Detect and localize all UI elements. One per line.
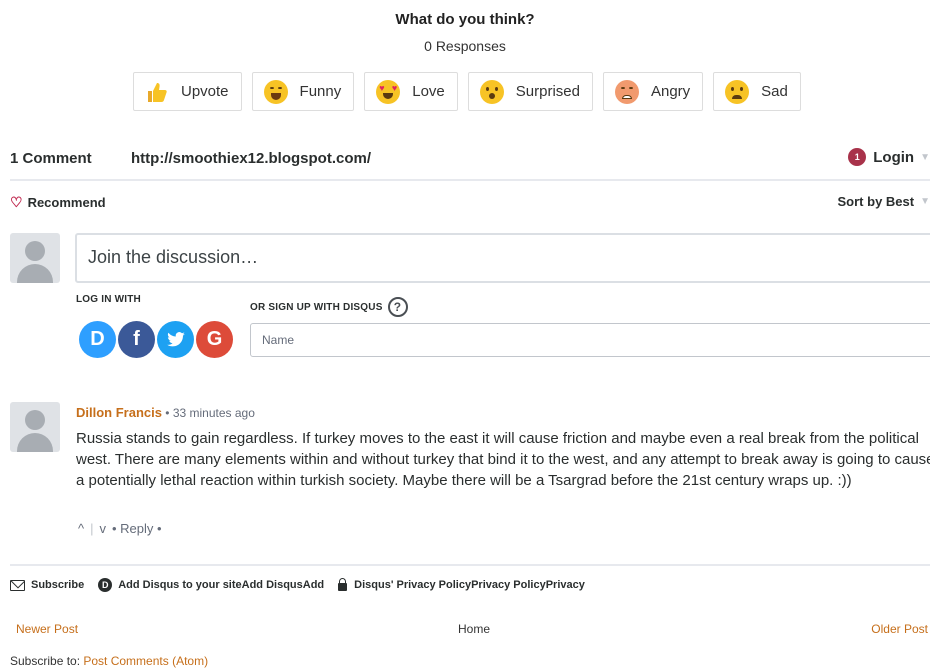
community-link[interactable]: http://smoothiex12.blogspot.com/ <box>131 150 371 167</box>
subscribe-label: Subscribe <box>31 579 85 591</box>
comment-actions: ^ | v • Reply • <box>78 521 162 536</box>
recommend-button[interactable]: ♡ Recommend <box>10 194 106 211</box>
post-comments-atom-link[interactable]: Post Comments (Atom) <box>83 654 208 668</box>
home-link[interactable]: Home <box>458 622 490 636</box>
reaction-surprised-button[interactable]: Surprised <box>467 72 593 111</box>
help-icon[interactable]: ? <box>387 297 408 317</box>
reaction-love-button[interactable]: ♥ ♥ Love <box>364 72 458 111</box>
avatar <box>10 233 60 283</box>
reaction-funny-button[interactable]: Funny <box>251 72 355 111</box>
reactions-count: 0 Responses <box>424 38 506 54</box>
google-icon[interactable]: G <box>196 321 233 358</box>
chevron-down-icon: ▼ <box>920 196 930 207</box>
reaction-angry-button[interactable]: Angry <box>602 72 704 111</box>
heart-outline-icon: ♡ <box>10 194 23 210</box>
disqus-icon[interactable]: D <box>79 321 116 358</box>
login-menu[interactable]: 1 Login ▼ <box>848 148 930 166</box>
comment-timestamp[interactable]: • 33 minutes ago <box>162 406 255 420</box>
angry-face-icon <box>614 79 639 104</box>
sort-dropdown[interactable]: Sort by Best ▼ <box>838 194 930 209</box>
login-with-label: LOG IN WITH <box>76 294 141 305</box>
name-field[interactable] <box>250 323 930 357</box>
comment-meta: Dillon Francis • 33 minutes ago <box>76 405 255 420</box>
comment-author-link[interactable]: Dillon Francis <box>76 405 162 420</box>
social-login-group: D f G <box>79 321 233 358</box>
signup-with-label: OR SIGN UP WITH DISQUS ? <box>250 297 408 317</box>
disqus-logo-icon: D <box>98 578 113 592</box>
disqus-footer: Subscribe D Add Disqus to your siteAdd D… <box>10 564 930 592</box>
downvote-icon[interactable]: v <box>100 521 107 536</box>
facebook-icon[interactable]: f <box>118 321 155 358</box>
newer-post-link[interactable]: Newer Post <box>16 622 78 636</box>
heart-eyes-face-icon: ♥ ♥ <box>376 79 401 104</box>
sad-face-icon <box>725 79 750 104</box>
comment-count-tab[interactable]: 1 Comment <box>10 150 92 167</box>
recommend-label: Recommend <box>27 195 106 210</box>
notification-badge: 1 <box>848 148 867 166</box>
reaction-label: Funny <box>299 83 342 100</box>
twitter-icon[interactable] <box>157 321 194 358</box>
older-post-link[interactable]: Older Post <box>871 622 928 636</box>
upvote-icon[interactable]: ^ <box>78 521 84 536</box>
feed-prefix: Subscribe to: <box>10 654 84 668</box>
comment-body: Russia stands to gain regardless. If tur… <box>76 430 930 489</box>
reactions-title: What do you think? <box>395 11 535 28</box>
reaction-sad-button[interactable]: Sad <box>713 72 801 111</box>
reaction-label: Angry <box>650 83 691 100</box>
reaction-label: Surprised <box>515 83 580 100</box>
comment-composer-input[interactable]: Join the discussion… <box>75 233 930 283</box>
signup-with-text: OR SIGN UP WITH DISQUS <box>250 301 383 313</box>
privacy-label: Disqus' Privacy PolicyPrivacy PolicyPriv… <box>354 579 585 591</box>
add-disqus-label: Add Disqus to your siteAdd DisqusAdd <box>118 579 325 591</box>
surprised-face-icon <box>479 79 504 104</box>
subscribe-link[interactable]: Subscribe <box>10 579 84 591</box>
login-label: Login <box>873 148 915 166</box>
reaction-label: Sad <box>761 83 788 100</box>
reply-button[interactable]: • Reply • <box>112 521 162 536</box>
mail-icon <box>10 579 25 591</box>
avatar[interactable] <box>10 402 60 452</box>
vote-separator: | <box>90 521 94 536</box>
privacy-policy-link[interactable]: Disqus' Privacy PolicyPrivacy PolicyPriv… <box>338 577 585 591</box>
thumbs-up-icon <box>145 80 169 104</box>
chevron-down-icon: ▼ <box>920 151 930 163</box>
reaction-label: Love <box>412 83 445 100</box>
thread-header: 1 Comment http://smoothiex12.blogspot.co… <box>10 137 930 181</box>
reaction-label: Upvote <box>181 83 229 100</box>
reactions-bar: Upvote Funny ♥ ♥ Love Surprised Angry Sa… <box>133 72 801 111</box>
add-disqus-link[interactable]: D Add Disqus to your siteAdd DisqusAdd <box>98 578 324 592</box>
sort-label: Sort by Best <box>837 194 915 209</box>
reaction-upvote-button[interactable]: Upvote <box>133 72 242 111</box>
lock-icon <box>338 577 348 591</box>
laughing-face-icon <box>263 79 288 104</box>
feed-links: Subscribe to: Post Comments (Atom) <box>10 654 208 668</box>
